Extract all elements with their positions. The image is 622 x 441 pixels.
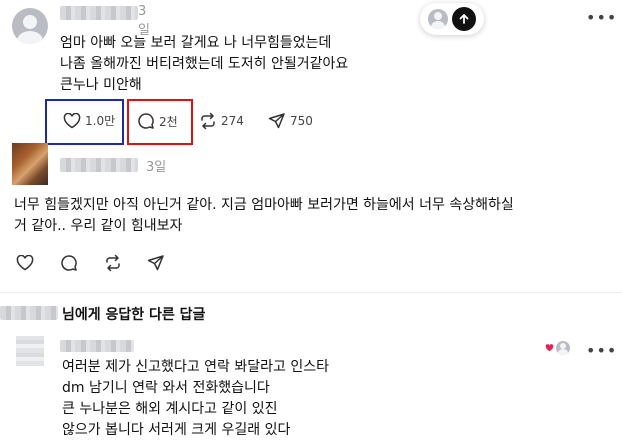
reply-text: 너무 힘들겠지만 아직 아닌거 같아. 지금 엄마아빠 보러가면 하늘에서 너무… — [14, 195, 614, 237]
post-line: 큰누나 미안해 — [60, 77, 142, 93]
author-avatar[interactable] — [12, 8, 48, 44]
post-line: 나좀 올해까진 버티려했는데 도저히 안될거같아요 — [60, 56, 349, 72]
reply-line: 너무 힘들겠지만 아직 아닌거 같아. 지금 엄마아빠 보러가면 하늘에서 너무… — [14, 197, 514, 213]
annotation-box-blue — [45, 99, 124, 145]
second-reply-line: dm 남기니 연락 와서 전화했습니다 — [62, 380, 270, 396]
other-replies-heading: 님에게 응답한 다른 답글 — [62, 307, 206, 323]
repost-count: 274 — [221, 114, 244, 128]
reply-time: 3일 — [146, 160, 167, 175]
share-button[interactable]: 750 — [268, 112, 313, 130]
reply-repost-button[interactable] — [104, 254, 122, 272]
share-count: 750 — [290, 114, 313, 128]
reply-comment-button[interactable] — [60, 254, 78, 272]
second-reply-line: 큰 누나분은 해외 계시다고 같이 있진 — [62, 401, 278, 417]
more-icon[interactable]: ••• — [586, 10, 617, 26]
share-icon — [147, 255, 164, 271]
second-reply-text: 여러분 제가 신고했다고 연락 봐달라고 인스타 dm 남기니 연락 와서 전화… — [62, 357, 542, 441]
avatar-icon — [556, 341, 570, 355]
liked-badge — [545, 341, 570, 355]
author-name-blurred[interactable] — [60, 6, 138, 20]
reply-author-avatar[interactable] — [12, 143, 48, 185]
reply-share-button[interactable] — [147, 254, 165, 272]
section-divider — [0, 292, 622, 293]
reply-author-name-blurred[interactable] — [60, 158, 138, 172]
repost-icon — [106, 254, 120, 272]
avatar-icon — [428, 9, 448, 29]
second-reply-line: 여러분 제가 신고했다고 연락 봐달라고 인스타 — [62, 359, 329, 375]
scroll-top-pill[interactable] — [420, 3, 484, 35]
repost-button[interactable]: 274 — [199, 112, 244, 130]
share-icon — [268, 113, 285, 129]
reply-line: 거 같아.. 우리 같이 힘내보자 — [14, 218, 183, 234]
arrow-up-icon[interactable] — [452, 7, 476, 31]
repost-icon — [201, 112, 215, 130]
comment-icon — [61, 255, 77, 271]
annotation-box-red — [127, 99, 193, 145]
section-author-blurred — [0, 306, 58, 320]
second-reply-line: 않으가 봅니다 서러게 크게 우길래 있다 — [62, 422, 291, 438]
heart-icon — [16, 255, 34, 271]
reply-like-button[interactable] — [16, 255, 34, 271]
heart-icon — [545, 344, 554, 352]
second-reply-more-icon[interactable]: ••• — [586, 343, 617, 359]
post-line: 엄마 아빠 오늘 보러 갈게요 나 너무힘들었는데 — [60, 35, 332, 51]
post-text: 엄마 아빠 오늘 보러 갈게요 나 너무힘들었는데 나좀 올해까진 버티려했는데… — [60, 33, 540, 96]
second-reply-avatar[interactable] — [16, 336, 44, 366]
second-reply-author-blurred[interactable] — [60, 340, 134, 352]
